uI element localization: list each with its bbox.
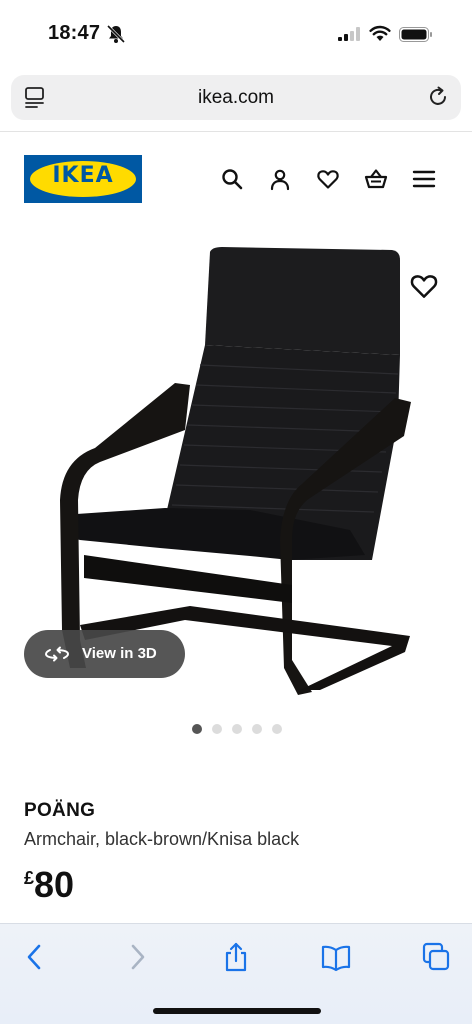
share-icon[interactable] — [221, 942, 251, 972]
status-bar: 18:47 — [0, 0, 472, 66]
address-divider — [0, 131, 472, 132]
logo-text: IKEA — [52, 163, 114, 188]
bookmarks-icon[interactable] — [321, 942, 351, 972]
carousel-dot[interactable] — [232, 724, 242, 734]
product-price: £80 — [24, 864, 74, 906]
heart-icon[interactable] — [316, 167, 340, 191]
carousel-dot[interactable] — [252, 724, 262, 734]
search-icon[interactable] — [220, 167, 244, 191]
view-in-3d-button[interactable]: View in 3D — [24, 630, 185, 678]
carousel-dot[interactable] — [212, 724, 222, 734]
price-currency: £ — [24, 868, 35, 888]
bell-slash-icon — [106, 24, 126, 44]
tabs-icon[interactable] — [421, 942, 451, 972]
carousel-dot[interactable] — [192, 724, 202, 734]
menu-icon[interactable] — [412, 167, 436, 191]
wifi-icon — [369, 25, 391, 41]
favorite-heart-icon[interactable] — [409, 271, 439, 301]
product-description: Armchair, black-brown/Knisa black — [24, 829, 300, 849]
battery-icon — [399, 27, 432, 42]
home-indicator[interactable] — [153, 1008, 321, 1014]
status-time: 18:47 — [48, 22, 101, 44]
product-name: POÄNG — [24, 800, 96, 821]
view-in-3d-label: View in 3D — [82, 645, 157, 662]
image-carousel-dots[interactable] — [192, 724, 282, 734]
reload-icon[interactable] — [427, 86, 449, 108]
forward-icon[interactable] — [122, 942, 152, 972]
carousel-dot[interactable] — [272, 724, 282, 734]
address-bar[interactable]: ikea.com — [11, 75, 461, 120]
rotate-3d-icon — [44, 646, 70, 662]
account-icon[interactable] — [268, 167, 292, 191]
cellular-signal-icon — [338, 27, 360, 41]
back-icon[interactable] — [20, 942, 50, 972]
price-value: 80 — [34, 864, 75, 905]
url-text[interactable]: ikea.com — [11, 87, 461, 109]
basket-icon[interactable] — [364, 167, 388, 191]
ikea-logo[interactable]: IKEA — [24, 155, 142, 203]
